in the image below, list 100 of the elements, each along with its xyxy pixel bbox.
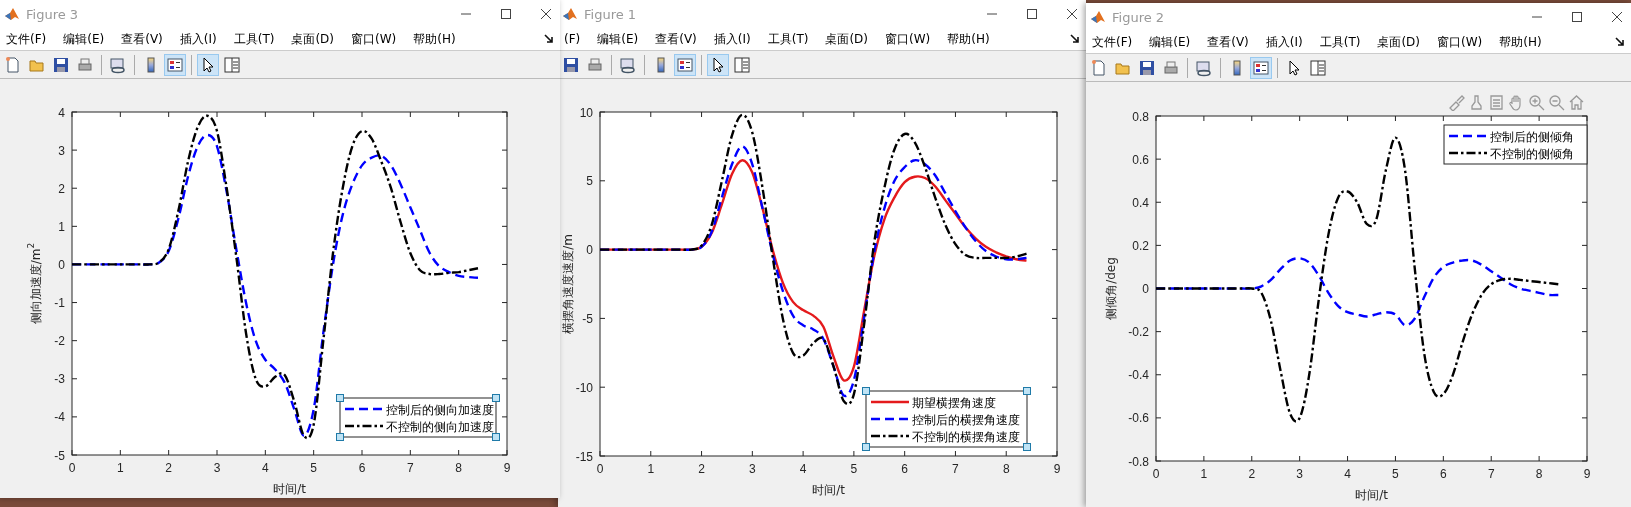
legend-icon xyxy=(1252,58,1270,77)
tick-label: 5 xyxy=(586,174,593,189)
pointer-tool-button[interactable] xyxy=(707,53,729,76)
tick-label: 9 xyxy=(503,461,511,475)
legend-swatch-icon xyxy=(1449,151,1487,155)
menu-item[interactable]: 文件(F) xyxy=(1092,33,1133,51)
legend-swatch-icon xyxy=(871,400,909,404)
menu-item[interactable]: 帮助(H) xyxy=(947,30,990,48)
tick-label: -15 xyxy=(575,449,593,464)
legend-label: 控制后的侧倾角 xyxy=(1490,130,1574,144)
legend-label: 期望横摆角速度 xyxy=(912,396,996,410)
tick-label: 5 xyxy=(310,461,317,475)
tick-label: 0 xyxy=(58,257,65,272)
menu-item[interactable]: 插入(I) xyxy=(1265,33,1303,51)
tick-label: 1 xyxy=(1200,467,1208,481)
menu-item[interactable]: 工具(T) xyxy=(767,30,809,48)
new-icon xyxy=(1090,58,1108,77)
menu-item[interactable]: 编辑(E) xyxy=(1149,33,1191,51)
menu-item[interactable]: 桌面(D) xyxy=(1377,33,1420,51)
legend-tool-button[interactable] xyxy=(164,53,186,76)
legend-icon xyxy=(166,55,184,74)
tick-label: 0.8 xyxy=(1132,109,1149,124)
menu-item[interactable]: 编辑(E) xyxy=(597,30,639,48)
tick-label: 8 xyxy=(1002,462,1010,476)
menu-item[interactable]: 文件(F) xyxy=(6,30,47,48)
menu-item[interactable]: 桌面(D) xyxy=(291,30,334,48)
close-icon[interactable] xyxy=(1611,11,1623,23)
y-axis-label: 横摆角速度速度/m xyxy=(561,234,575,334)
menu-item[interactable]: 窗口(W) xyxy=(1437,33,1483,51)
matlab-logo-icon xyxy=(4,6,20,22)
legend-swatch-icon xyxy=(871,417,909,421)
y-axis-label: 侧倾角/deg xyxy=(1104,257,1118,320)
close-icon[interactable] xyxy=(1066,8,1078,20)
print-icon xyxy=(586,55,604,74)
tick-label: -2 xyxy=(54,334,65,349)
legend-swatch-icon xyxy=(871,434,909,438)
tick-label: 0 xyxy=(1152,467,1160,481)
tick-label: 8 xyxy=(455,461,462,475)
tick-label: -0.2 xyxy=(1128,325,1149,340)
legend-label: 不控制的侧倾角 xyxy=(1490,147,1574,161)
dock-arrow-icon[interactable] xyxy=(1070,34,1080,44)
legend-swatch-icon xyxy=(1449,134,1487,138)
new-icon xyxy=(4,55,22,74)
tick-label: 5 xyxy=(850,462,858,476)
menu-item[interactable]: 窗口(W) xyxy=(351,30,397,48)
menu-item[interactable]: 查看(V) xyxy=(121,30,163,48)
menu-item[interactable]: 插入(I) xyxy=(179,30,217,48)
window-title: Figure 3 xyxy=(26,6,79,22)
legend-label: 不控制的侧向加速度 xyxy=(386,420,494,434)
legend-swatch-icon xyxy=(345,424,383,428)
link-icon xyxy=(1195,58,1213,77)
menu-item[interactable]: 插入(I) xyxy=(713,30,751,48)
link-icon xyxy=(109,55,127,74)
legend-tool-button[interactable] xyxy=(674,53,696,76)
tick-label: 0 xyxy=(68,461,76,475)
save-icon xyxy=(52,55,70,74)
matlab-logo-icon xyxy=(1090,9,1106,25)
tick-label: 0 xyxy=(1142,282,1149,296)
tick-label: 4 xyxy=(262,461,269,475)
menu-item[interactable]: 帮助(H) xyxy=(1499,33,1542,51)
menu-item[interactable]: 桌面(D) xyxy=(825,30,868,48)
x-axis-label: 时间/t xyxy=(1355,488,1388,502)
menu-item[interactable]: (F) xyxy=(564,32,581,46)
tick-label: 9 xyxy=(1053,462,1061,476)
dock-arrow-icon[interactable] xyxy=(1615,37,1625,47)
matlab-logo-icon xyxy=(562,6,578,22)
tick-label: 7 xyxy=(952,462,959,476)
tick-label: 9 xyxy=(1583,467,1591,481)
menu-item[interactable]: 查看(V) xyxy=(1207,33,1249,51)
legend-icon xyxy=(676,55,694,74)
inspector-icon xyxy=(1309,58,1327,77)
inspector-icon xyxy=(223,55,241,74)
legend-tool-button[interactable] xyxy=(1250,56,1272,79)
tick-label: 3 xyxy=(1296,467,1303,481)
menu-item[interactable]: 编辑(E) xyxy=(63,30,105,48)
menu-item[interactable]: 工具(T) xyxy=(233,30,275,48)
tick-label: 6 xyxy=(901,462,908,476)
menu-item[interactable]: 查看(V) xyxy=(655,30,697,48)
menu-item[interactable]: 工具(T) xyxy=(1319,33,1361,51)
tick-label: 2 xyxy=(1248,467,1256,481)
tick-label: 6 xyxy=(1440,467,1447,481)
menu-item[interactable]: 帮助(H) xyxy=(413,30,456,48)
maximize-icon[interactable] xyxy=(500,8,512,20)
window-title: Figure 2 xyxy=(1112,9,1165,25)
menu-item[interactable]: 窗口(W) xyxy=(885,30,931,48)
legend-label: 不控制的横摆角速度 xyxy=(912,430,1020,444)
maximize-icon[interactable] xyxy=(1026,8,1038,20)
tick-label: 1 xyxy=(58,219,65,234)
tick-label: 3 xyxy=(749,462,756,476)
dock-arrow-icon[interactable] xyxy=(544,34,554,44)
tick-label: -0.6 xyxy=(1128,411,1149,426)
tick-label: 0.2 xyxy=(1132,238,1149,253)
tick-label: -10 xyxy=(575,380,593,395)
x-axis-label: 时间/t xyxy=(273,482,306,496)
maximize-icon[interactable] xyxy=(1571,11,1583,23)
tick-label: 1 xyxy=(647,462,655,476)
pointer-tool-button[interactable] xyxy=(197,53,219,76)
close-icon[interactable] xyxy=(540,8,552,20)
x-axis-label: 时间/t xyxy=(812,483,845,497)
tick-label: 1 xyxy=(117,461,124,475)
